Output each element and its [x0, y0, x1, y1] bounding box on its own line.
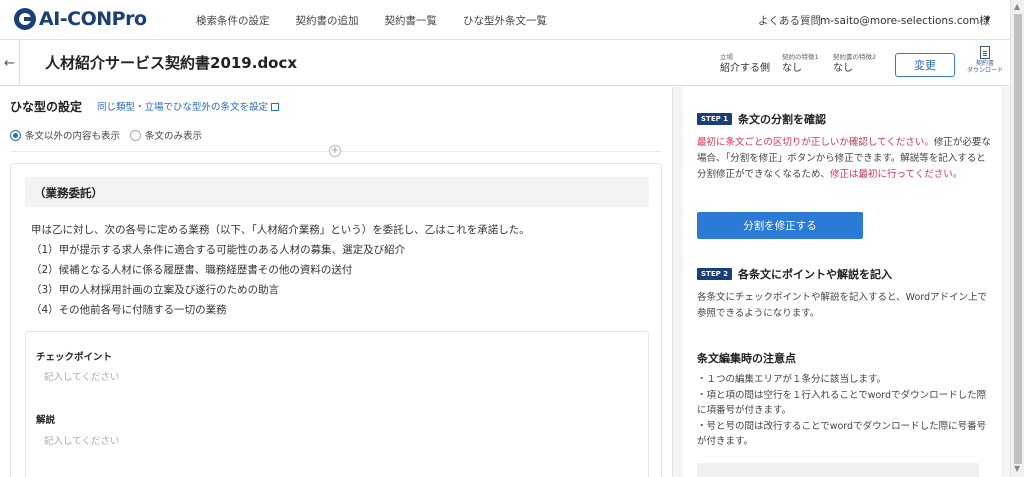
article-heading: （業務委託） [25, 177, 649, 207]
document-icon [980, 46, 990, 59]
change-button[interactable]: 変更 [895, 53, 955, 77]
editing-notes-title: 条文編集時の注意点 [697, 352, 796, 365]
template-editor-pane: ひな型の設定 同じ類型・立場でひな型外の条文を設定 条文以外の内容も表示 条文の… [0, 87, 672, 477]
meta-position: 立場 紹介する側 [720, 53, 770, 75]
radio-show-all-label: 条文以外の内容も表示 [25, 131, 121, 142]
meta-feature-2: 契約書の特徴2 なし [833, 53, 876, 75]
article-line: （4）その他前各号に付随する一切の業務 [31, 304, 227, 316]
back-button[interactable]: ← [0, 40, 20, 86]
meta-feature-1-label: 契約の特徴1 [782, 53, 819, 61]
scroll-up-icon[interactable]: ▲ [1014, 2, 1020, 11]
meta-feature-2-value: なし [833, 63, 853, 74]
checkpoint-label: チェックポイント [36, 352, 113, 363]
nav-link-contract-list[interactable]: 契約書一覧 [385, 13, 438, 28]
add-clause-plus-icon[interactable]: + [329, 145, 341, 157]
step-2-description: 各条文にチェックポイントや解説を記入すると、Wordアドイン上で参照できるように… [697, 292, 988, 319]
step-1-warning: 最初に条文ごとの区切りが正しいか確認してください。 [697, 137, 934, 148]
caret-down-icon[interactable]: ▼ [985, 15, 990, 23]
step-2-badge: STEP 2 [697, 268, 733, 280]
user-menu[interactable]: m-saito@more-selections.com様 [820, 13, 990, 28]
step-1-description: 最初に条文ごとの区切りが正しいか確認してください。修正が必要な場合、「分割を修正… [697, 135, 993, 183]
meta-feature-1-value: なし [782, 63, 802, 74]
top-navbar: AI-CONPro 検索条件の設定 契約書の追加 契約書一覧 ひな型外条文一覧 … [0, 0, 1010, 40]
instructions-pane: STEP 1 条文の分割を確認 最初に条文ごとの区切りが正しいか確認してください… [672, 87, 1010, 477]
edit-split-button[interactable]: 分割を修正する [697, 212, 863, 239]
radio-show-all[interactable]: 条文以外の内容も表示 [10, 128, 120, 142]
logo-icon [14, 8, 36, 30]
meta-position-value: 紹介する側 [720, 63, 770, 74]
logo-text: AI-CONPro [39, 8, 147, 30]
nav-link-non-template-clauses[interactable]: ひな型外条文一覧 [463, 13, 547, 28]
explanation-label: 解説 [36, 415, 56, 426]
article-line: （2）候補となる人材に係る履歴書、職務経歴書その他の資料の送付 [31, 264, 353, 276]
info-block [697, 463, 979, 477]
list-item: ・項と項の間は空行を１行入れることでwordでダウンロードした際に項番号が付きま… [697, 389, 987, 417]
list-item: ・号と号の間は改行することでwordでダウンロードした際に号番号が付きます。 [697, 420, 987, 448]
scroll-down-icon[interactable]: ▼ [1014, 464, 1020, 473]
explanation-input[interactable]: 記入してください [44, 433, 119, 447]
download-contract-button[interactable]: 契約書 ダウンロード [962, 46, 1008, 82]
logo[interactable]: AI-CONPro [14, 8, 147, 30]
radio-clauses-only-label: 条文のみ表示 [145, 131, 203, 142]
article-heading-text: （業務委託） [34, 186, 103, 200]
step-1-header: STEP 1 条文の分割を確認 [697, 111, 826, 127]
step-1-title: 条文の分割を確認 [738, 113, 827, 126]
radio-button-checked[interactable] [10, 129, 21, 141]
instructions-card: STEP 1 条文の分割を確認 最初に条文ごとの区切りが正しいか確認してください… [683, 87, 1001, 477]
article-line: （1）甲が提示する求人条件に適合する可能性のある人材の募集、選定及び紹介 [31, 244, 406, 256]
display-mode-radios: 条文以外の内容も表示 条文のみ表示 [10, 128, 212, 142]
notes-box: チェックポイント 記入してください 解説 記入してください [25, 331, 649, 477]
radio-button-unchecked[interactable] [130, 129, 142, 141]
download-label-1: 契約書 [975, 60, 994, 67]
list-item: ・１つの編集エリアが１条分に該当します。 [697, 374, 887, 385]
nav-links: 検索条件の設定 契約書の追加 契約書一覧 ひな型外条文一覧 [196, 13, 573, 28]
step-2-title: 各条文にポイントや解説を記入 [738, 268, 893, 281]
step-1-warning-2: 修正は最初に行ってください。 [830, 169, 963, 180]
radio-clauses-only[interactable]: 条文のみ表示 [130, 128, 202, 142]
editing-notes-list: ・１つの編集エリアが１条分に該当します。 ・項と項の間は空行を１行入れることでw… [697, 372, 987, 450]
nav-link-search-settings[interactable]: 検索条件の設定 [196, 13, 270, 28]
article-body[interactable]: 甲は乙に対し、次の各号に定める業務（以下、「人材紹介業務」という）を委託し、乙は… [31, 220, 651, 320]
page-scrollbar[interactable]: ▲ ▼ [1010, 0, 1024, 477]
meta-feature-2-label: 契約書の特徴2 [833, 53, 877, 61]
clause-card: （業務委託） 甲は乙に対し、次の各号に定める業務（以下、「人材紹介業務」という）… [10, 163, 662, 477]
checkpoint-input[interactable]: 記入してください [44, 369, 119, 383]
document-title: 人材紹介サービス契約書2019.docx [45, 54, 298, 72]
nav-link-faq[interactable]: よくある質問 [758, 13, 821, 28]
document-header: ← 人材紹介サービス契約書2019.docx 立場 紹介する側 契約の特徴1 な… [0, 40, 1010, 86]
meta-position-label: 立場 [720, 53, 733, 61]
meta-feature-1: 契約の特徴1 なし [782, 53, 819, 75]
download-label-2: ダウンロード [966, 67, 1003, 74]
article-line: （3）甲の人材採用計画の立案及び遂行のための助言 [31, 284, 280, 296]
set-non-template-clause-link[interactable]: 同じ類型・立場でひな型外の条文を設定 [97, 99, 280, 113]
step-2-header: STEP 2 各条文にポイントや解説を記入 [697, 266, 892, 282]
arrow-left-icon: ← [4, 55, 15, 71]
scroll-thumb[interactable] [1014, 14, 1022, 464]
step-1-badge: STEP 1 [697, 113, 733, 125]
external-link-icon [271, 103, 280, 111]
article-line: 甲は乙に対し、次の各号に定める業務（以下、「人材紹介業務」という）を委託し、乙は… [31, 224, 530, 236]
section-title: ひな型の設定 [10, 100, 83, 114]
set-non-template-clause-link-text: 同じ類型・立場でひな型外の条文を設定 [97, 102, 269, 113]
nav-link-add-contract[interactable]: 契約書の追加 [296, 13, 359, 28]
